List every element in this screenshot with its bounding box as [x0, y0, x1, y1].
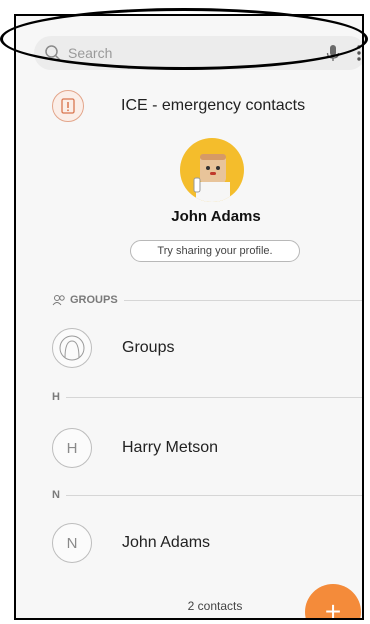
- share-profile-button[interactable]: Try sharing your profile.: [130, 240, 300, 262]
- add-contact-button[interactable]: +: [305, 584, 361, 618]
- search-input[interactable]: [68, 42, 298, 64]
- list-item-groups[interactable]: Groups: [52, 326, 362, 370]
- section-header-h: H: [52, 391, 362, 403]
- groups-avatar: [52, 328, 92, 368]
- search-bar[interactable]: [34, 36, 364, 70]
- contact-name: John Adams: [122, 534, 211, 551]
- contact-initial-avatar: N: [52, 523, 92, 563]
- profile-name: John Adams: [171, 208, 261, 225]
- contact-initial-avatar: H: [52, 428, 92, 468]
- toast-character-icon: [193, 154, 230, 202]
- section-letter: N: [52, 489, 60, 501]
- more-options-icon[interactable]: [354, 44, 364, 62]
- contacts-count: 2 contacts: [187, 599, 243, 613]
- person-outline-icon: [59, 335, 85, 361]
- section-letter: H: [52, 391, 60, 403]
- ice-label: ICE - emergency contacts: [121, 97, 306, 114]
- mic-icon[interactable]: [324, 44, 342, 62]
- app-frame: ICE - emergency contacts John Adams Try …: [14, 14, 364, 620]
- section-header-n: N: [52, 489, 362, 501]
- section-divider: [123, 299, 362, 301]
- warning-icon: [52, 90, 84, 122]
- ice-emergency-contacts-row[interactable]: ICE - emergency contacts: [52, 88, 352, 124]
- search-icon: [45, 45, 61, 61]
- groups-label: Groups: [122, 339, 175, 356]
- groups-header-label: GROUPS: [70, 294, 118, 306]
- contact-name: Harry Metson: [122, 439, 219, 456]
- groups-icon: [52, 295, 65, 306]
- list-item-contact[interactable]: N John Adams: [52, 521, 362, 565]
- list-item-contact[interactable]: H Harry Metson: [52, 426, 362, 470]
- groups-section-header: GROUPS: [52, 294, 362, 306]
- section-divider: [65, 494, 362, 496]
- profile-avatar[interactable]: [180, 138, 244, 202]
- section-divider: [65, 396, 362, 398]
